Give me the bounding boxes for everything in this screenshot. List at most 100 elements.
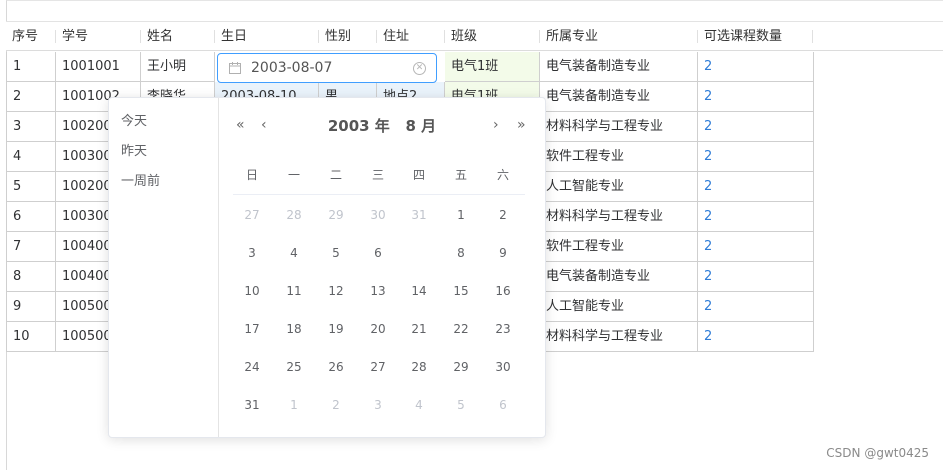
cell-no[interactable]: 7 — [6, 232, 56, 262]
calendar-day[interactable]: 9 — [489, 241, 517, 265]
col-header-name[interactable]: 姓名 — [141, 22, 215, 51]
cell-major[interactable]: 材料科学与工程专业 — [540, 322, 698, 352]
calendar-day[interactable]: 4 — [280, 241, 308, 265]
calendar-day[interactable]: 18 — [280, 317, 308, 341]
cell-major[interactable]: 材料科学与工程专业 — [540, 202, 698, 232]
calendar-day-other-month[interactable]: 1 — [280, 393, 308, 417]
col-header-no[interactable]: 序号 — [6, 22, 56, 51]
date-picker-panel: 今天 昨天 一周前 « ‹ 2003 年 8 月 › » 日一二三四五六 27 2… — [108, 97, 546, 438]
date-input-value[interactable]: 2003-08-07 — [251, 54, 332, 82]
cell-no[interactable]: 9 — [6, 292, 56, 322]
calendar-day[interactable]: 28 — [405, 355, 433, 379]
cell-no[interactable]: 5 — [6, 172, 56, 202]
calendar-day[interactable]: 19 — [322, 317, 350, 341]
calendar-day-other-month[interactable]: 4 — [405, 393, 433, 417]
cell-major[interactable]: 人工智能专业 — [540, 172, 698, 202]
weekday-label: 六 — [496, 168, 509, 182]
cell-major[interactable]: 电气装备制造专业 — [540, 262, 698, 292]
calendar-day[interactable]: 22 — [447, 317, 475, 341]
cell-course-count[interactable]: 2 — [698, 322, 814, 352]
weekday-divider — [233, 194, 525, 195]
calendar-day-other-month[interactable]: 30 — [364, 203, 392, 227]
calendar-day[interactable]: 23 — [489, 317, 517, 341]
weekday-label: 三 — [371, 168, 384, 182]
calendar-day-other-month[interactable]: 2 — [322, 393, 350, 417]
cell-major[interactable]: 电气装备制造专业 — [540, 52, 698, 82]
weekday-label: 二 — [329, 168, 342, 182]
calendar-day[interactable]: 7 — [405, 241, 433, 265]
cell-major[interactable]: 软件工程专业 — [540, 142, 698, 172]
cell-id[interactable]: 1001001 — [56, 52, 141, 82]
calendar-day[interactable]: 12 — [322, 279, 350, 303]
calendar-day[interactable]: 5 — [322, 241, 350, 265]
calendar-day[interactable]: 29 — [447, 355, 475, 379]
shortcut-yesterday[interactable]: 昨天 — [121, 140, 147, 159]
cell-no[interactable]: 1 — [6, 52, 56, 82]
calendar-day[interactable]: 25 — [280, 355, 308, 379]
cell-major[interactable]: 材料科学与工程专业 — [540, 112, 698, 142]
calendar-day[interactable]: 16 — [489, 279, 517, 303]
calendar-day-other-month[interactable]: 28 — [280, 203, 308, 227]
cell-no[interactable]: 10 — [6, 322, 56, 352]
picker-month-label[interactable]: 8 月 — [405, 117, 436, 135]
calendar-day-other-month[interactable]: 29 — [322, 203, 350, 227]
calendar-day[interactable]: 24 — [238, 355, 266, 379]
col-header-address[interactable]: 住址 — [377, 22, 445, 51]
calendar-day[interactable]: 11 — [280, 279, 308, 303]
calendar-day[interactable]: 10 — [238, 279, 266, 303]
calendar-day[interactable]: 14 — [405, 279, 433, 303]
calendar-day[interactable]: 17 — [238, 317, 266, 341]
cell-major[interactable]: 软件工程专业 — [540, 232, 698, 262]
cell-no[interactable]: 3 — [6, 112, 56, 142]
col-header-class[interactable]: 班级 — [445, 22, 540, 51]
calendar-day[interactable]: 8 — [447, 241, 475, 265]
calendar-day[interactable]: 3 — [238, 241, 266, 265]
next-month-icon[interactable]: › — [493, 117, 499, 133]
cell-no[interactable]: 4 — [6, 142, 56, 172]
calendar-day-other-month[interactable]: 6 — [489, 393, 517, 417]
picker-year-label[interactable]: 2003 年 — [328, 117, 390, 135]
col-header-major[interactable]: 所属专业 — [540, 22, 698, 51]
calendar-day[interactable]: 30 — [489, 355, 517, 379]
calendar-day[interactable]: 21 — [405, 317, 433, 341]
calendar-day[interactable]: 15 — [447, 279, 475, 303]
cell-course-count[interactable]: 2 — [698, 202, 814, 232]
birthday-date-input[interactable]: 2003-08-07 ✕ — [217, 53, 437, 83]
next-year-icon[interactable]: » — [517, 117, 526, 133]
cell-course-count[interactable]: 2 — [698, 292, 814, 322]
cell-no[interactable]: 6 — [6, 202, 56, 232]
cell-class[interactable]: 电气1班 — [445, 52, 540, 82]
cell-course-count[interactable]: 2 — [698, 232, 814, 262]
calendar-day[interactable]: 26 — [322, 355, 350, 379]
cell-no[interactable]: 8 — [6, 262, 56, 292]
calendar-day[interactable]: 31 — [238, 393, 266, 417]
calendar-day-other-month[interactable]: 5 — [447, 393, 475, 417]
calendar-day[interactable]: 27 — [364, 355, 392, 379]
col-header-gender[interactable]: 性别 — [319, 22, 377, 51]
cell-name[interactable]: 王小明 — [141, 52, 215, 82]
col-header-birthday[interactable]: 生日 — [215, 22, 319, 51]
shortcut-week-ago[interactable]: 一周前 — [121, 170, 160, 189]
cell-course-count[interactable]: 2 — [698, 82, 814, 112]
calendar-day-other-month[interactable]: 27 — [238, 203, 266, 227]
cell-no[interactable]: 2 — [6, 82, 56, 112]
cell-course-count[interactable]: 2 — [698, 142, 814, 172]
weekday-label: 日 — [245, 168, 258, 182]
cell-course-count[interactable]: 2 — [698, 112, 814, 142]
col-header-id[interactable]: 学号 — [56, 22, 141, 51]
cell-course-count[interactable]: 2 — [698, 52, 814, 82]
cell-major[interactable]: 人工智能专业 — [540, 292, 698, 322]
calendar-day[interactable]: 2 — [489, 203, 517, 227]
circle-close-icon[interactable]: ✕ — [413, 62, 426, 75]
calendar-day[interactable]: 20 — [364, 317, 392, 341]
col-header-course-count[interactable]: 可选课程数量 — [698, 22, 813, 51]
calendar-day-other-month[interactable]: 31 — [405, 203, 433, 227]
calendar-day-other-month[interactable]: 3 — [364, 393, 392, 417]
calendar-day[interactable]: 13 — [364, 279, 392, 303]
cell-major[interactable]: 电气装备制造专业 — [540, 82, 698, 112]
cell-course-count[interactable]: 2 — [698, 262, 814, 292]
cell-course-count[interactable]: 2 — [698, 172, 814, 202]
calendar-day[interactable]: 1 — [447, 203, 475, 227]
shortcut-today[interactable]: 今天 — [121, 110, 147, 129]
calendar-day[interactable]: 6 — [364, 241, 392, 265]
